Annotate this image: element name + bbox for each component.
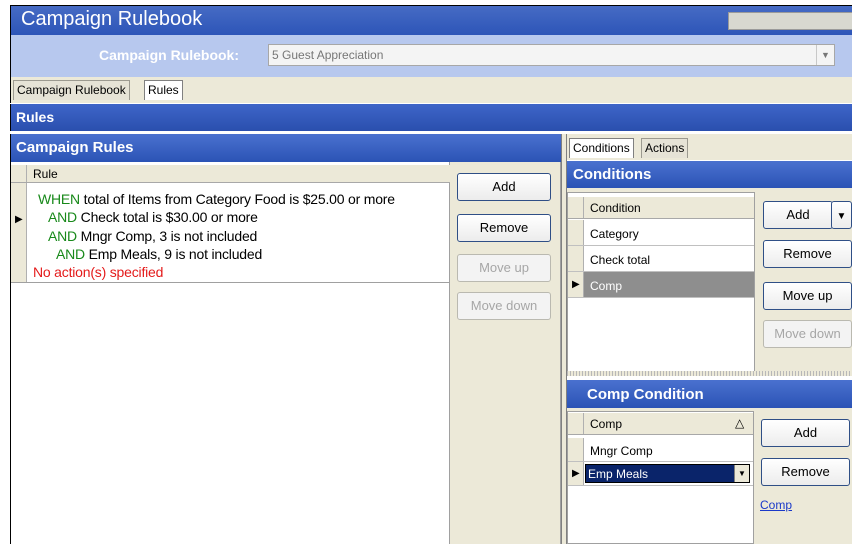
row-pointer-icon: ▶ [572,279,580,290]
move-up-condition-button[interactable]: Move up [763,282,852,310]
move-down-condition-button[interactable]: Move down [763,320,852,348]
row-selector[interactable]: ▶ [568,462,584,485]
header-selector-cell [11,165,27,182]
header-selector-cell [568,413,584,434]
no-action-warning: No action(s) specified [33,264,164,280]
row-selector[interactable] [568,220,584,245]
main-tabstrip: Campaign Rulebook Rules [10,77,852,103]
tab-actions[interactable]: Actions [641,138,689,158]
table-row[interactable]: Check total [568,246,754,272]
comp-column-header[interactable]: Comp △ [568,413,753,435]
add-condition-label: Add [786,207,810,222]
table-row[interactable]: Mngr Comp [568,438,753,462]
comp-condition-header: Comp Condition [567,380,852,408]
remove-comp-button[interactable]: Remove [761,458,850,486]
rules-grid: Rule ▶ WHEN total of Items from Category… [10,162,450,544]
remove-rule-button[interactable]: Remove [457,214,551,242]
conditions-grid: Condition Category Check total ▶ Comp [567,192,755,372]
comp-select-value: Emp Meals [588,467,649,481]
rulebook-dropdown[interactable]: 5 Guest Appreciation ▼ [268,44,835,66]
condition-column-header-label: Condition [590,201,641,215]
remove-condition-button[interactable]: Remove [763,240,852,268]
conditions-header: Conditions [567,161,852,188]
sort-ascending-icon[interactable]: △ [735,416,744,430]
rule-keyword-when: WHEN [38,191,80,207]
table-row-selected[interactable]: ▶ Comp [568,272,754,298]
row-pointer-icon: ▶ [15,214,23,225]
row-selector[interactable] [568,438,584,461]
rulebook-dropdown-value: 5 Guest Appreciation [272,48,384,62]
rules-section-header: Rules [10,104,852,131]
chevron-down-icon[interactable]: ▼ [816,45,834,65]
rule-text: Mngr Comp, 3 is not included [76,228,258,244]
comp-grid: Comp △ Mngr Comp ▶ Emp Meals ▼ [567,411,754,544]
chevron-down-icon[interactable]: ▼ [734,465,749,482]
rule-buttons: Add Remove Move up Move down [450,162,561,544]
table-row[interactable]: ▶ WHEN total of Items from Category Food… [11,183,450,283]
rule-line-and-emp: AND Emp Meals, 9 is not included [56,246,262,262]
arrow-down-icon: ▼ [836,211,847,222]
tab-rules[interactable]: Rules [144,80,183,100]
row-selector[interactable] [568,246,584,271]
title-bar-box [728,12,852,30]
title-bar: Campaign Rulebook [10,5,852,35]
window-title: Campaign Rulebook [21,8,203,30]
rule-line-when: WHEN total of Items from Category Food i… [38,191,395,207]
comp-column-header-label: Comp [590,417,623,431]
rule-line-and-mngr: AND Mngr Comp, 3 is not included [48,228,257,244]
rule-line-and-check: AND Check total is $30.00 or more [48,209,258,225]
panel-divider[interactable] [567,371,852,376]
conditions-panel: Condition Category Check total ▶ Comp Ad… [567,188,852,373]
rule-keyword-and: AND [56,246,85,262]
condition-cell: Comp [590,279,623,293]
comp-link[interactable]: Comp [760,498,792,512]
rule-text: Check total is $30.00 or more [76,209,258,225]
add-rule-button[interactable]: Add [457,173,551,201]
row-selector[interactable]: ▶ [568,272,584,297]
tab-campaign-rulebook[interactable]: Campaign Rulebook [13,80,130,100]
table-row-selected[interactable]: ▶ Emp Meals ▼ [568,462,753,486]
rulebook-selector-row: Campaign Rulebook: 5 Guest Appreciation … [10,35,852,77]
move-down-rule-button[interactable]: Move down [457,292,551,320]
add-condition-dropdown[interactable]: ▼ [831,201,852,229]
add-condition-button[interactable]: Add [763,201,833,229]
rule-keyword-and: AND [48,228,77,244]
rule-keyword-and: AND [48,209,77,225]
right-tabstrip: Conditions Actions [567,134,852,160]
add-comp-button[interactable]: Add [761,419,850,447]
comp-cell: Mngr Comp [590,444,653,458]
comp-condition-panel: Comp △ Mngr Comp ▶ Emp Meals ▼ Add Remov… [567,408,852,544]
rule-text: Emp Meals, 9 is not included [84,246,263,262]
rulebook-selector-label: Campaign Rulebook: [99,47,240,63]
comp-select[interactable]: Emp Meals ▼ [585,464,750,483]
campaign-rules-header: Campaign Rules [10,134,561,162]
move-up-rule-button[interactable]: Move up [457,254,551,282]
condition-cell: Check total [590,253,651,267]
condition-column-header[interactable]: Condition [568,197,754,219]
row-pointer-icon: ▶ [572,468,580,479]
rule-column-header[interactable]: Rule [11,165,450,183]
condition-cell: Category [590,227,639,241]
header-selector-cell [568,197,584,218]
table-row[interactable]: Category [568,220,754,246]
tab-conditions[interactable]: Conditions [569,138,634,158]
row-selector[interactable]: ▶ [11,183,27,282]
rule-column-header-label: Rule [33,167,58,181]
rule-text: total of Items from Category Food is $25… [79,191,395,207]
